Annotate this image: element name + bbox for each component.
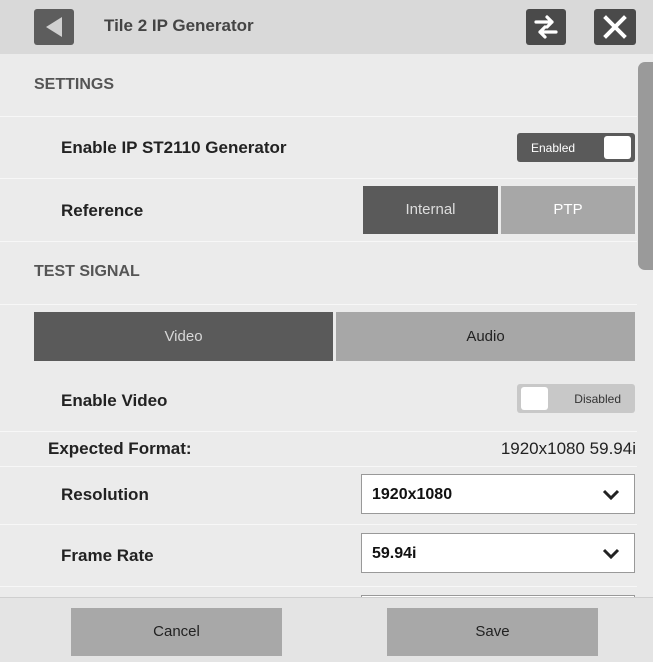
- swap-button[interactable]: [526, 9, 566, 45]
- reference-option-internal[interactable]: Internal: [363, 186, 498, 234]
- footer-bar: Cancel Save: [0, 597, 653, 662]
- reference-label: Reference: [61, 201, 144, 220]
- save-button[interactable]: Save: [387, 608, 598, 656]
- back-button[interactable]: [34, 9, 74, 45]
- frame-rate-value: 59.94i: [372, 545, 417, 562]
- reference-row: Reference Internal PTP: [0, 178, 637, 242]
- toggle-knob: [521, 387, 548, 410]
- scrollbar[interactable]: [638, 62, 653, 270]
- expected-format-row: Expected Format: 1920x1080 59.94i: [0, 431, 637, 467]
- frame-rate-select[interactable]: 59.94i: [361, 533, 635, 573]
- enable-generator-toggle[interactable]: Enabled: [517, 133, 635, 162]
- frame-rate-row: Frame Rate 59.94i: [0, 524, 637, 587]
- swap-icon: [534, 15, 558, 39]
- title-bar: Tile 2 IP Generator: [0, 0, 653, 54]
- enable-video-toggle[interactable]: Disabled: [517, 384, 635, 413]
- settings-header-label: SETTINGS: [34, 76, 115, 93]
- resolution-value: 1920x1080: [372, 486, 453, 503]
- enable-video-row: Enable Video Disabled: [0, 369, 637, 432]
- resolution-select[interactable]: 1920x1080: [361, 474, 635, 514]
- frame-rate-label: Frame Rate: [61, 546, 154, 565]
- close-button[interactable]: [594, 9, 636, 45]
- resolution-row: Resolution 1920x1080: [0, 466, 637, 525]
- enable-generator-row: Enable IP ST2110 Generator Enabled: [0, 116, 637, 179]
- resolution-label: Resolution: [61, 485, 149, 504]
- reference-option-ptp[interactable]: PTP: [501, 186, 635, 234]
- cancel-button[interactable]: Cancel: [71, 608, 282, 656]
- window-title: Tile 2 IP Generator: [104, 16, 254, 35]
- enable-video-label: Enable Video: [61, 391, 168, 410]
- toggle-knob: [604, 136, 631, 159]
- tab-video[interactable]: Video: [34, 312, 333, 361]
- enable-generator-label: Enable IP ST2110 Generator: [61, 138, 287, 157]
- settings-section-header: SETTINGS: [0, 54, 637, 117]
- chevron-down-icon: [602, 489, 620, 501]
- chevron-down-icon: [602, 548, 620, 560]
- close-icon: [603, 15, 627, 39]
- back-arrow-icon: [46, 17, 62, 37]
- expected-format-value: 1920x1080 59.94i: [500, 439, 636, 458]
- enable-video-state: Disabled: [574, 392, 621, 406]
- test-signal-header-label: TEST SIGNAL: [34, 263, 140, 280]
- enable-generator-state: Enabled: [531, 141, 576, 155]
- test-signal-section-header: TEST SIGNAL: [0, 241, 637, 305]
- expected-format-label: Expected Format:: [48, 439, 192, 458]
- tab-audio[interactable]: Audio: [336, 312, 635, 361]
- settings-panel: SETTINGS Enable IP ST2110 Generator Enab…: [0, 54, 653, 597]
- signal-tabs-row: Video Audio: [0, 304, 637, 369]
